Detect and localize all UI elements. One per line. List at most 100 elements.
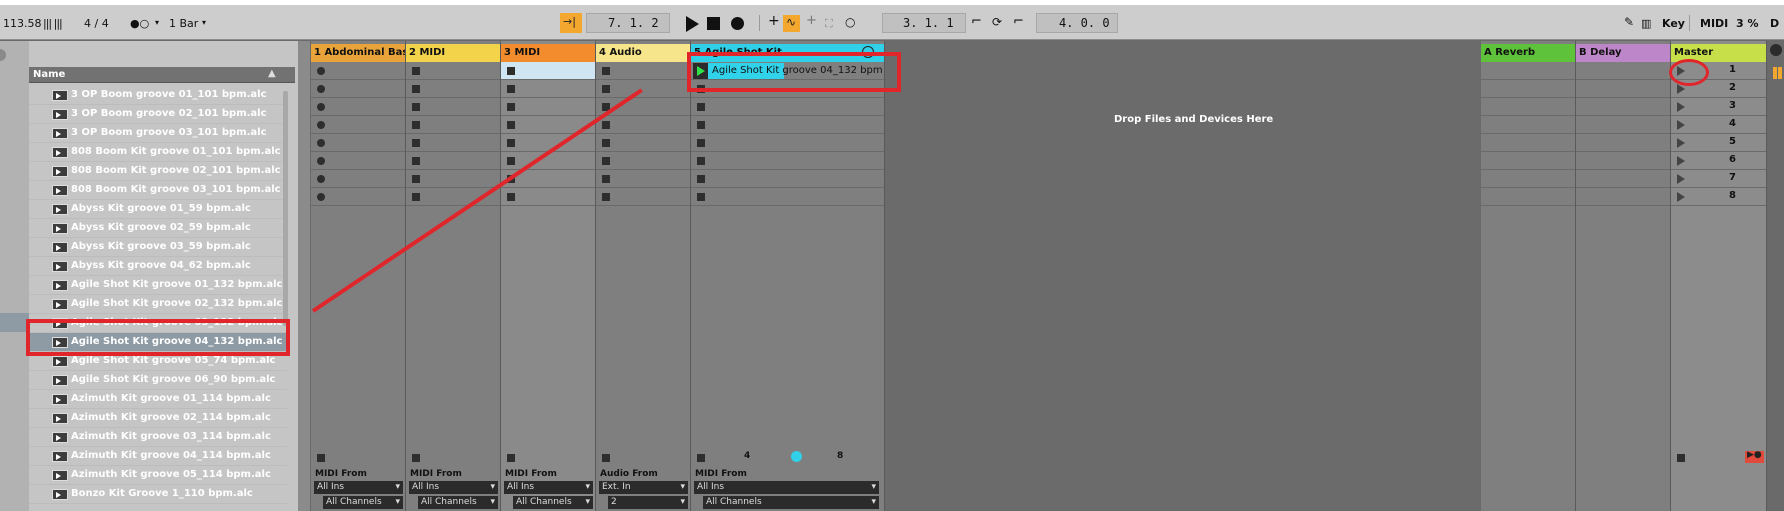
- stop-slot-icon[interactable]: [602, 193, 610, 201]
- clip-slot[interactable]: [406, 80, 500, 98]
- metronome-dropdown-icon[interactable]: ▾: [155, 18, 159, 27]
- browser-item[interactable]: 808 Boom Kit groove 02_101 bpm.alc: [29, 162, 287, 181]
- stop-slot-icon[interactable]: [602, 67, 610, 75]
- clip-slot[interactable]: [1481, 170, 1575, 188]
- clip-slot[interactable]: [691, 152, 884, 170]
- clip-slot[interactable]: [1576, 170, 1670, 188]
- record-slot-icon[interactable]: [317, 193, 325, 201]
- overdub-icon[interactable]: +: [768, 13, 780, 29]
- clip-slot[interactable]: [1576, 188, 1670, 206]
- stop-slot-icon[interactable]: [412, 121, 420, 129]
- capture-midi-icon[interactable]: ⛶: [825, 17, 833, 31]
- stop-slot-icon[interactable]: [507, 121, 515, 129]
- clip-slot[interactable]: [1481, 134, 1575, 152]
- clip-slot[interactable]: [1576, 116, 1670, 134]
- clip-slot[interactable]: [311, 170, 405, 188]
- stop-slot-icon[interactable]: [697, 157, 705, 165]
- stop-slot-icon[interactable]: [507, 157, 515, 165]
- browser-item[interactable]: Abyss Kit groove 03_59 bpm.alc: [29, 238, 287, 257]
- clip-slot[interactable]: [1576, 62, 1670, 80]
- clip-slot[interactable]: [501, 80, 595, 98]
- browser-item[interactable]: Azimuth Kit groove 01_114 bpm.alc: [29, 390, 287, 409]
- stop-all-clips-button[interactable]: [1677, 454, 1685, 462]
- stop-slot-icon[interactable]: [507, 103, 515, 111]
- loop-start-field[interactable]: 3. 1. 1: [882, 13, 966, 33]
- stop-slot-icon[interactable]: [507, 139, 515, 147]
- clip-slot[interactable]: [406, 134, 500, 152]
- scene-row[interactable]: 3: [1671, 98, 1766, 116]
- stop-slot-icon[interactable]: [507, 67, 515, 75]
- stop-clip-button[interactable]: [697, 454, 705, 462]
- stop-slot-icon[interactable]: [602, 157, 610, 165]
- input-source-select[interactable]: All Ins: [504, 481, 593, 494]
- session-record-icon[interactable]: ○: [845, 15, 855, 29]
- input-channel-select[interactable]: 2: [608, 496, 688, 509]
- clip-slot[interactable]: [691, 98, 884, 116]
- computer-keyboard-icon[interactable]: ▥: [1641, 17, 1651, 30]
- time-signature[interactable]: 4 / 4: [84, 17, 109, 30]
- clip-slot[interactable]: [406, 98, 500, 116]
- automation-arm-button[interactable]: ∿: [783, 15, 800, 32]
- clip-slot[interactable]: [691, 188, 884, 206]
- clip-slot[interactable]: [691, 170, 884, 188]
- stop-clip-button[interactable]: [412, 454, 420, 462]
- browser-item[interactable]: Bonzo Kit Groove 1_110 bpm.alc: [29, 485, 287, 504]
- track-header[interactable]: 1 Abdominal Bass: [311, 44, 405, 62]
- scene-row[interactable]: 8: [1671, 188, 1766, 206]
- scene-launch-icon[interactable]: [1677, 120, 1685, 130]
- scene-row[interactable]: 4: [1671, 116, 1766, 134]
- scene-row[interactable]: 7: [1671, 170, 1766, 188]
- clip-slot[interactable]: [311, 134, 405, 152]
- return-track-header[interactable]: A Reverb: [1481, 44, 1575, 62]
- track-header[interactable]: 2 MIDI: [406, 44, 500, 62]
- record-slot-icon[interactable]: [317, 103, 325, 111]
- follow-button[interactable]: →|: [560, 13, 582, 33]
- track-header[interactable]: 4 Audio: [596, 44, 690, 62]
- browser-item[interactable]: 3 OP Boom groove 01_101 bpm.alc: [29, 86, 287, 105]
- input-source-select[interactable]: All Ins: [314, 481, 403, 494]
- loop-length-field[interactable]: 4. 0. 0: [1036, 13, 1118, 33]
- stop-clip-button[interactable]: [317, 454, 325, 462]
- clip-slot[interactable]: [1576, 134, 1670, 152]
- scene-row[interactable]: 5: [1671, 134, 1766, 152]
- clip-slot[interactable]: [1481, 80, 1575, 98]
- input-source-select[interactable]: Ext. In: [599, 481, 688, 494]
- stop-slot-icon[interactable]: [412, 85, 420, 93]
- key-map-button[interactable]: Key: [1662, 17, 1685, 30]
- stop-slot-icon[interactable]: [602, 85, 610, 93]
- clip-slot[interactable]: [406, 170, 500, 188]
- midi-map-button[interactable]: MIDI: [1700, 17, 1728, 30]
- browser-column-header[interactable]: Name ▲: [29, 67, 295, 83]
- draw-mode-icon[interactable]: ✎: [1624, 15, 1634, 29]
- stop-clip-button[interactable]: [602, 454, 610, 462]
- scene-row[interactable]: 6: [1671, 152, 1766, 170]
- browser-splitter[interactable]: [298, 41, 310, 511]
- browser-item[interactable]: Abyss Kit groove 02_59 bpm.alc: [29, 219, 287, 238]
- clip-slot[interactable]: [1576, 80, 1670, 98]
- record-icon[interactable]: [731, 17, 744, 30]
- browser-item[interactable]: Agile Shot Kit groove 02_132 bpm.alc: [29, 295, 287, 314]
- clip-slot[interactable]: [311, 188, 405, 206]
- sidebar-toggle[interactable]: [0, 49, 6, 61]
- stop-slot-icon[interactable]: [697, 175, 705, 183]
- clip-slot[interactable]: [406, 116, 500, 134]
- clip-slot[interactable]: [1576, 98, 1670, 116]
- clip-slot[interactable]: [311, 80, 405, 98]
- clip-slot[interactable]: [406, 152, 500, 170]
- clip-slot[interactable]: [311, 152, 405, 170]
- browser-item[interactable]: Azimuth Kit groove 05_114 bpm.alc: [29, 466, 287, 485]
- punch-in-icon[interactable]: ⌐: [971, 14, 982, 29]
- browser-item[interactable]: Azimuth Kit groove 03_114 bpm.alc: [29, 428, 287, 447]
- record-slot-icon[interactable]: [317, 139, 325, 147]
- input-source-select[interactable]: All Ins: [694, 481, 879, 494]
- stop-slot-icon[interactable]: [507, 85, 515, 93]
- clip-slot[interactable]: [691, 116, 884, 134]
- stop-slot-icon[interactable]: [412, 175, 420, 183]
- menu-icon[interactable]: [1770, 44, 1782, 56]
- clip-slot[interactable]: [691, 134, 884, 152]
- browser-item[interactable]: 808 Boom Kit groove 03_101 bpm.alc: [29, 181, 287, 200]
- input-channel-select[interactable]: All Channels: [513, 496, 593, 509]
- record-slot-icon[interactable]: [317, 157, 325, 165]
- browser-item[interactable]: Abyss Kit groove 01_59 bpm.alc: [29, 200, 287, 219]
- clip-slot[interactable]: [501, 188, 595, 206]
